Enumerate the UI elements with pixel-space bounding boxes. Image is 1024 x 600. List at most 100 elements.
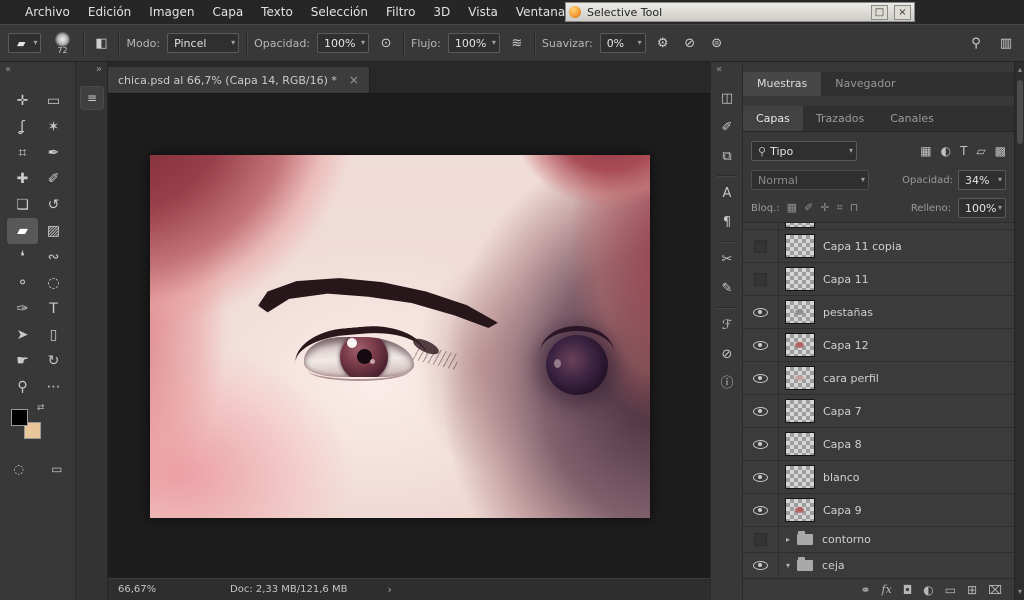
pressure-size-icon[interactable]: ⊜ (707, 36, 727, 51)
scroll-down-icon[interactable]: ▾ (1015, 586, 1024, 598)
layer-visibility-toggle[interactable] (753, 338, 768, 353)
foreground-color-swatch[interactable] (11, 409, 28, 426)
styles-panel-icon[interactable]: ⊘ (715, 343, 739, 367)
lock-move-icon[interactable]: ✛ (820, 201, 829, 215)
filter-shape-layers-icon[interactable]: ▱ (976, 144, 985, 158)
layer-thumbnail[interactable] (785, 498, 815, 522)
layer-row[interactable]: pestañas (743, 296, 1014, 329)
tab-muestras[interactable]: Muestras (743, 72, 821, 96)
menu-capa[interactable]: Capa (203, 0, 252, 24)
collapse-toolbox-icon[interactable]: « (5, 64, 11, 75)
document-tab-close-icon[interactable]: × (349, 73, 359, 87)
symmetry-icon[interactable]: ⊘ (680, 36, 700, 51)
eyedropper-tool[interactable]: ✒ (38, 140, 69, 166)
annotations-panel-icon[interactable]: ✎ (715, 277, 739, 301)
tool-presets-panel-icon[interactable]: ✂ (715, 248, 739, 272)
menu-filtro[interactable]: Filtro (377, 0, 424, 24)
scrollbar-thumb[interactable] (1017, 80, 1023, 144)
menu-3d[interactable]: 3D (424, 0, 459, 24)
layer-thumbnail[interactable] (785, 399, 815, 423)
layer-row[interactable]: Capa 11 copia (743, 230, 1014, 263)
gear-icon[interactable]: ⚙ (653, 36, 673, 51)
expand-dock-icon[interactable]: » (96, 64, 102, 75)
maximize-button[interactable]: □ (871, 5, 888, 20)
path-selection-tool[interactable]: ➤ (7, 322, 38, 348)
lock-artboard-icon[interactable]: ⌗ (837, 201, 843, 215)
layer-row[interactable]: Capa 11 (743, 263, 1014, 296)
layer-filter-type-select[interactable]: ⚲ Tipo (751, 141, 857, 161)
layer-thumbnail[interactable] (785, 465, 815, 489)
layer-row[interactable] (743, 223, 1014, 230)
lasso-tool[interactable]: ʆ (7, 114, 38, 140)
close-button[interactable]: × (894, 5, 911, 20)
filter-pixel-layers-icon[interactable]: ▦ (920, 144, 931, 158)
adjustment-layer-icon[interactable]: ◐ (923, 583, 933, 597)
hand-tool[interactable]: ☛ (7, 348, 38, 374)
tab-trazados[interactable]: Trazados (803, 106, 877, 131)
brush-settings-panel-icon[interactable]: ✐ (715, 116, 739, 140)
layer-visibility-toggle[interactable] (753, 404, 768, 419)
blur-tool[interactable]: ❛ (7, 244, 38, 270)
layer-row[interactable]: Capa 8 (743, 428, 1014, 461)
zoom-tool[interactable]: ⚲ (7, 374, 38, 400)
layer-visibility-toggle[interactable] (753, 371, 768, 386)
filter-smart-objects-icon[interactable]: ▩ (995, 144, 1006, 158)
history-brush-tool[interactable]: ↺ (38, 192, 69, 218)
shape-tool[interactable]: ▯ (38, 322, 69, 348)
character-panel-icon[interactable]: A (715, 182, 739, 206)
layer-visibility-toggle[interactable] (753, 558, 768, 573)
tab-navegador[interactable]: Navegador (821, 72, 909, 96)
layer-thumbnail[interactable] (785, 267, 815, 291)
layer-visibility-toggle[interactable] (753, 437, 768, 452)
filter-adjustment-layers-icon[interactable]: ◐ (941, 144, 951, 158)
layer-visibility-toggle[interactable] (754, 273, 767, 286)
info-panel-icon[interactable]: ⓘ (715, 372, 739, 396)
menu-vista[interactable]: Vista (459, 0, 507, 24)
marquee-tool[interactable]: ▭ (38, 88, 69, 114)
layer-visibility-toggle[interactable] (753, 305, 768, 320)
toggle-brush-panel-icon[interactable]: ◧ (91, 36, 111, 51)
filter-type-layers-icon[interactable]: T (960, 144, 967, 158)
sponge-tool[interactable]: ◌ (38, 270, 69, 296)
swap-colors-icon[interactable]: ⇄ (37, 403, 45, 413)
lock-paint-icon[interactable]: ✐ (804, 201, 813, 215)
blend-mode-select[interactable]: Normal (751, 170, 869, 190)
expand-panels-icon[interactable]: « (716, 64, 722, 75)
new-layer-icon[interactable]: ⊞ (967, 583, 977, 597)
pen-tool[interactable]: ✑ (7, 296, 38, 322)
layer-thumbnail[interactable] (785, 366, 815, 390)
menu-imagen[interactable]: Imagen (140, 0, 203, 24)
brush-preset-picker[interactable]: 72 (48, 32, 76, 55)
airbrush-icon[interactable]: ≋ (507, 36, 527, 51)
chevron-right-icon[interactable]: ▸ (786, 535, 796, 544)
glyphs-panel-icon[interactable]: ℱ (715, 314, 739, 338)
lock-all-icon[interactable]: ⊓ (850, 201, 859, 215)
layer-row[interactable]: cara perfil (743, 362, 1014, 395)
delete-layer-icon[interactable]: ⌧ (988, 583, 1002, 597)
layer-thumbnail[interactable] (785, 432, 815, 456)
layer-effects-icon[interactable]: fx (882, 583, 892, 596)
document-tab[interactable]: chica.psd al 66,7% (Capa 14, RGB/16) * × (108, 67, 370, 93)
screen-mode-icon[interactable]: ▭ (51, 462, 62, 476)
brush-tool[interactable]: ✐ (38, 166, 69, 192)
tab-canales[interactable]: Canales (877, 106, 947, 131)
smoothing-select[interactable]: 0% (600, 33, 646, 53)
selective-tool-window[interactable]: Selective Tool □ × (565, 2, 915, 22)
tool-preset-picker[interactable]: ▰ (8, 33, 41, 53)
layer-row[interactable]: Capa 9 (743, 494, 1014, 527)
layer-thumbnail[interactable] (785, 333, 815, 357)
panel-scrollbar[interactable]: ▴ ▾ (1014, 62, 1024, 600)
search-icon[interactable]: ⚲ (966, 36, 986, 51)
layer-visibility-toggle[interactable] (754, 240, 767, 253)
paragraph-panel-icon[interactable]: ¶ (715, 211, 739, 235)
eraser-tool[interactable]: ▰ (7, 218, 38, 244)
rotate-view-tool[interactable]: ↻ (38, 348, 69, 374)
quick-selection-tool[interactable]: ✶ (38, 114, 69, 140)
properties-panel-icon[interactable]: ◫ (715, 87, 739, 111)
new-group-icon[interactable]: ▭ (945, 583, 956, 597)
move-tool[interactable]: ✛ (7, 88, 38, 114)
menu-archivo[interactable]: Archivo (16, 0, 79, 24)
status-options-chevron[interactable]: › (387, 583, 397, 596)
clone-stamp-tool[interactable]: ❏ (7, 192, 38, 218)
scroll-up-icon[interactable]: ▴ (1015, 64, 1024, 76)
